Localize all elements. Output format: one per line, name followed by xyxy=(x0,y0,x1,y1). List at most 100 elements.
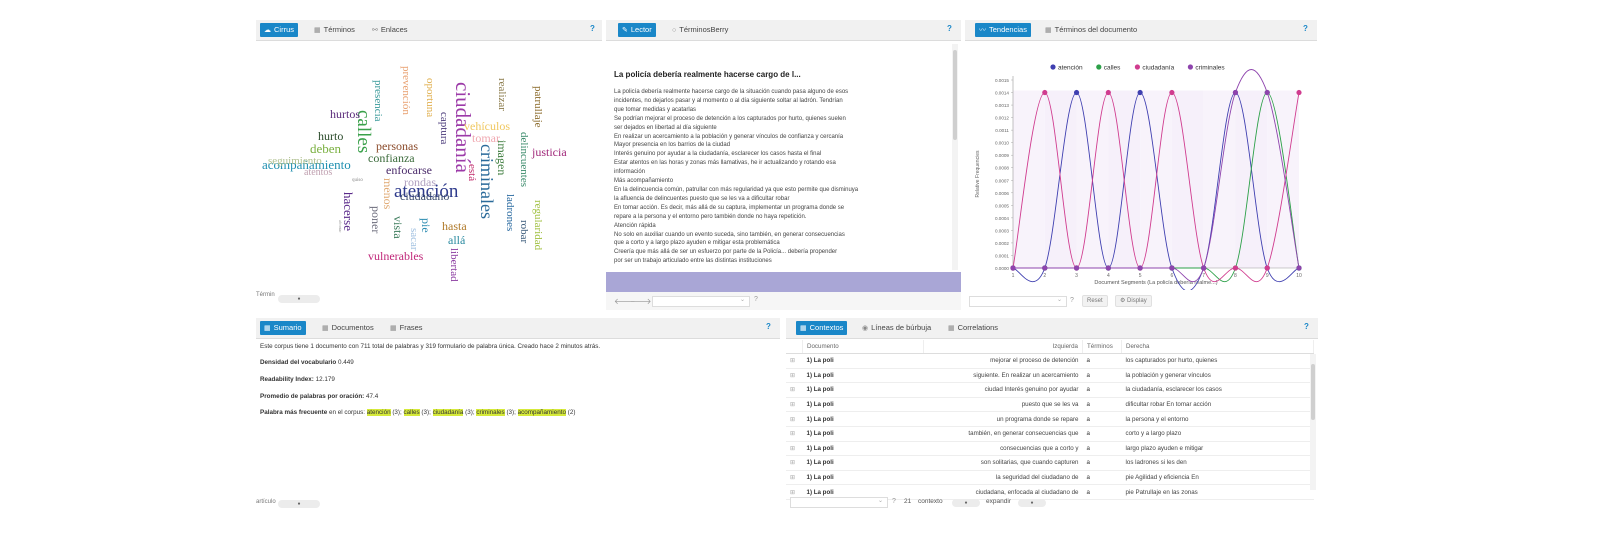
table-row[interactable]: ⊞ 1) La poli mejorar el proceso de detenci… xyxy=(786,353,1314,369)
expand-icon[interactable]: ⊞ xyxy=(786,397,803,413)
table-row[interactable]: ⊞ 1) La poli un programa donde se repare a l… xyxy=(786,411,1314,427)
tab-correlations[interactable]: ▦ Correlations xyxy=(944,321,1002,335)
cloud-word[interactable]: hurtos xyxy=(330,108,360,120)
expand-icon[interactable]: ⊞ xyxy=(786,368,803,384)
cloud-word[interactable]: libertad xyxy=(448,248,460,282)
cloud-word[interactable]: menos xyxy=(381,178,395,209)
table-row[interactable]: ⊞ 1) La poli puesto que se les va a dificult… xyxy=(786,397,1314,413)
frequent-word[interactable]: atención xyxy=(366,409,391,416)
expand-icon[interactable]: ⊞ xyxy=(786,353,803,369)
chevron-down-icon[interactable]: ⌄ xyxy=(878,497,883,504)
help-icon[interactable]: ? xyxy=(590,24,595,33)
tab-sumario[interactable]: ▦ Sumario xyxy=(260,321,306,335)
help-icon[interactable]: ? xyxy=(1303,24,1308,33)
cloud-word[interactable]: afrontar xyxy=(338,220,343,233)
cloud-word[interactable]: deben xyxy=(310,142,341,155)
cloud-word[interactable]: sacar xyxy=(408,228,420,251)
cloud-word[interactable]: hasta xyxy=(442,220,467,232)
tab-terminos[interactable]: ▦ Términos xyxy=(310,23,359,37)
table-row[interactable]: ⊞ 1) La poli ciudad Interés genuino por ay… xyxy=(786,382,1314,398)
expand-icon[interactable]: ⊞ xyxy=(786,426,803,442)
table-row[interactable]: ⊞ 1) La poli consecuencias que a corto yal… xyxy=(786,441,1314,457)
expand-icon[interactable]: ⊞ xyxy=(786,470,803,486)
cloud-word[interactable]: prevención xyxy=(400,66,412,115)
frequent-word[interactable]: ciudadanía xyxy=(432,409,464,416)
scrollbar-thumb[interactable] xyxy=(1311,364,1315,420)
column-header[interactable]: Documento xyxy=(802,340,924,354)
cloud-word[interactable]: vulnerables xyxy=(368,250,423,262)
frequent-word[interactable]: acompañamiento xyxy=(517,409,566,416)
tab-lineas-burbuja[interactable]: ◉ Líneas de búrbuja xyxy=(858,321,935,335)
help-icon[interactable]: ? xyxy=(1070,297,1074,304)
cloud-word[interactable]: rondas xyxy=(404,176,436,188)
help-icon[interactable]: ? xyxy=(947,24,952,33)
frequent-word[interactable]: calles xyxy=(403,409,420,416)
cloud-word[interactable]: vista xyxy=(391,216,405,239)
cloud-word[interactable]: ciudadano xyxy=(400,190,449,202)
chevron-down-icon[interactable]: ⌄ xyxy=(740,296,745,303)
frequent-word[interactable]: criminales xyxy=(476,409,505,416)
terms-slider[interactable]: ● xyxy=(278,295,320,303)
tab-cirrus[interactable]: ☁ Cirrus xyxy=(260,23,298,37)
help-icon[interactable]: ? xyxy=(892,498,896,505)
term-input[interactable] xyxy=(969,296,1067,307)
tab-terminosberry[interactable]: ○ TérminosBerry xyxy=(668,23,732,37)
cloud-word[interactable]: realizar xyxy=(496,78,508,111)
reset-button[interactable]: Reset xyxy=(1082,295,1108,307)
column-header[interactable]: Derecha xyxy=(1121,340,1314,354)
tab-contextos[interactable]: ▦ Contextos xyxy=(796,321,848,335)
cloud-word[interactable]: pie xyxy=(419,218,433,233)
help-icon[interactable]: ? xyxy=(1304,322,1309,331)
cloud-word[interactable]: atentos xyxy=(304,168,332,178)
cloud-word[interactable]: justicia xyxy=(532,146,567,158)
cloud-word[interactable]: seguimiento xyxy=(268,156,322,167)
contexts-scrollbar[interactable] xyxy=(1310,354,1316,490)
table-row[interactable]: ⊞ 1) La poli también, en generar consecuen… xyxy=(786,426,1314,442)
arrow-right-icon[interactable]: 🡒 xyxy=(630,296,651,306)
expand-icon[interactable]: ⊞ xyxy=(786,455,803,471)
cloud-word[interactable]: vehículos xyxy=(464,120,510,132)
cloud-word[interactable]: robar xyxy=(518,220,530,243)
cloud-word[interactable]: poner xyxy=(369,206,383,233)
document-segment-bar[interactable] xyxy=(606,272,961,292)
cloud-word[interactable]: imagen xyxy=(495,140,509,175)
cloud-word[interactable]: oportuna xyxy=(424,78,436,117)
column-header[interactable]: Términos xyxy=(1082,340,1122,354)
help-icon[interactable]: ? xyxy=(766,322,771,331)
cloud-word[interactable]: hacerse xyxy=(341,192,356,231)
cloud-word[interactable]: captura xyxy=(438,112,450,144)
cloud-word[interactable]: quiso xyxy=(352,178,363,183)
column-header[interactable]: Izquierda xyxy=(923,340,1083,354)
context-slider[interactable]: ● xyxy=(952,499,980,507)
cloud-word[interactable]: delincuentes xyxy=(518,132,530,187)
cloud-word[interactable]: patrullaje xyxy=(532,86,544,128)
tab-documentos[interactable]: ▦ Documentos xyxy=(318,321,378,335)
term-input[interactable] xyxy=(790,497,888,508)
cloud-word[interactable]: regularidad xyxy=(532,200,544,250)
search-input[interactable] xyxy=(652,296,750,307)
chevron-down-icon[interactable]: ⌄ xyxy=(1057,296,1062,303)
help-icon[interactable]: ? xyxy=(754,296,758,303)
expand-icon[interactable]: ⊞ xyxy=(786,441,803,457)
display-button[interactable]: ⚙ Display xyxy=(1115,295,1152,307)
data-point xyxy=(1169,265,1175,271)
expand-icon[interactable]: ⊞ xyxy=(786,382,803,398)
tab-terminos-documento[interactable]: ▦ Términos del documento xyxy=(1041,23,1141,37)
expand-slider[interactable]: ● xyxy=(1018,499,1046,507)
expand-icon[interactable]: ⊞ xyxy=(786,411,803,427)
table-row[interactable]: ⊞ 1) La poli la seguridad del ciudadano de… xyxy=(786,470,1314,486)
table-row[interactable]: ⊞ 1) La poli siguiente. En realizar un ace… xyxy=(786,368,1314,384)
cloud-word[interactable]: ladrones xyxy=(504,194,516,231)
tab-lector[interactable]: ✎ Lector xyxy=(618,23,656,37)
cloud-word[interactable]: está xyxy=(466,164,478,181)
tab-frases[interactable]: ▦ Frases xyxy=(386,321,427,335)
cloud-word[interactable]: allá xyxy=(448,234,465,246)
cloud-word[interactable]: criminales xyxy=(477,144,497,219)
cloud-word[interactable]: presencia xyxy=(372,80,384,122)
tab-enlaces[interactable]: ⚯ Enlaces xyxy=(368,23,412,37)
reader-scrollbar[interactable] xyxy=(952,44,958,270)
article-slider[interactable]: ● xyxy=(278,500,320,508)
tab-tendencias[interactable]: 〰 Tendencias xyxy=(975,23,1031,37)
table-row[interactable]: ⊞ 1) La poli son solitarias, que cuando ca… xyxy=(786,455,1314,471)
scrollbar-thumb[interactable] xyxy=(953,50,957,140)
